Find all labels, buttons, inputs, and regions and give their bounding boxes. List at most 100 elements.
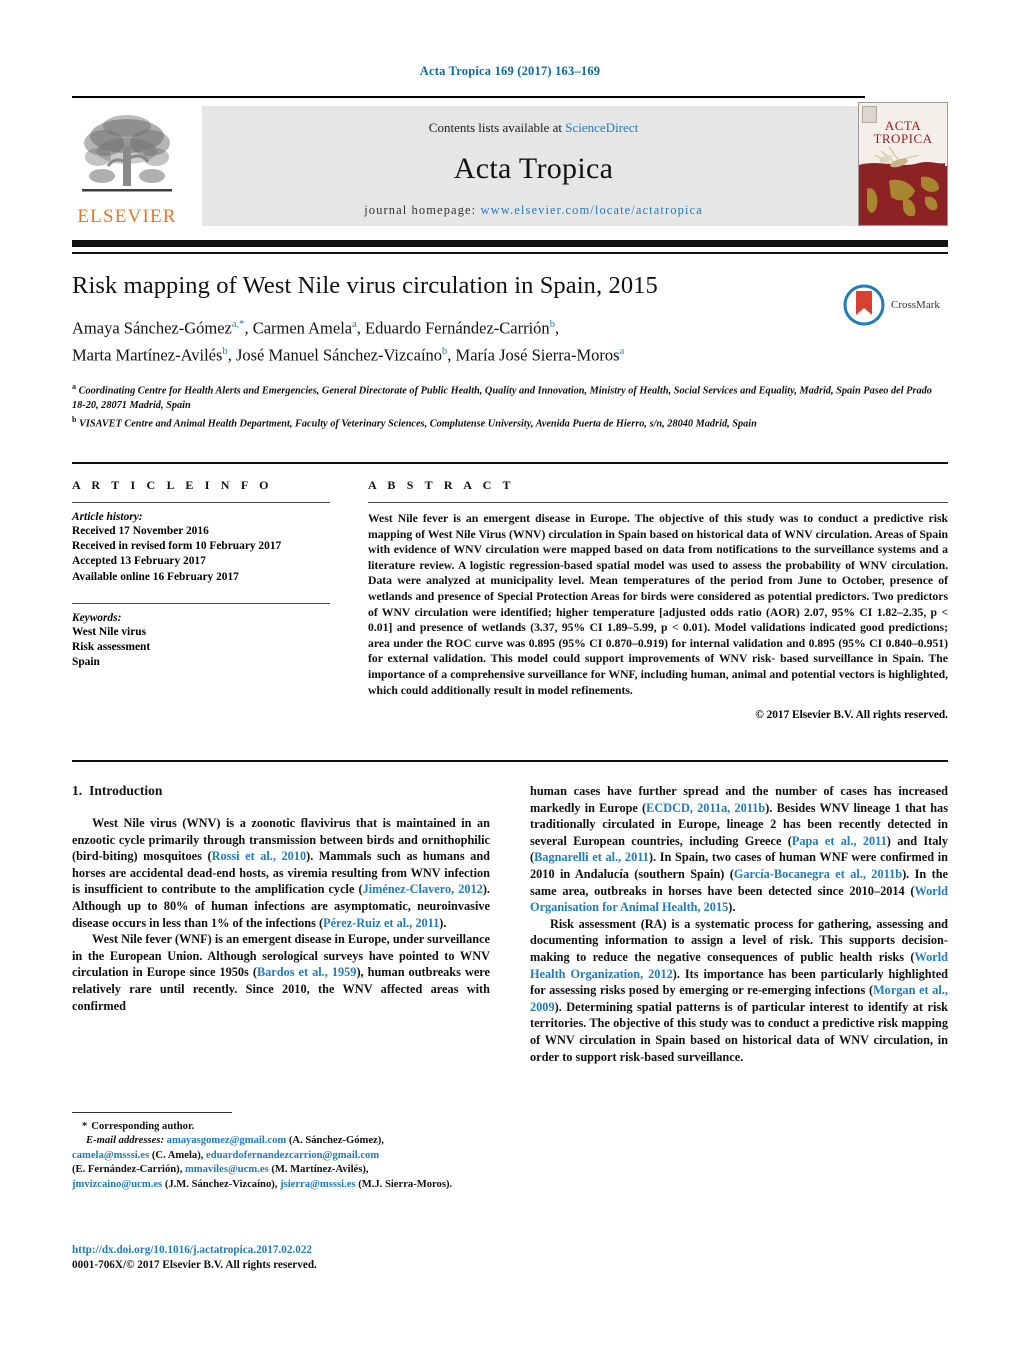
crossmark-icon: [843, 284, 885, 326]
author-name: José Manuel Sánchez-Vizcaíno: [235, 345, 443, 364]
author-affil-marker: a: [619, 345, 625, 357]
keywords-rule: [72, 602, 330, 604]
article-info-heading: A R T I C L E I N F O: [72, 478, 273, 492]
journal-title: Acta Tropica: [453, 152, 614, 185]
article-page: Acta Tropica 169 (2017) 163–169 ELSEVIER…: [0, 0, 1020, 1351]
author-affil-marker: a,*: [231, 319, 245, 330]
masthead-top-rule: [72, 96, 865, 98]
affiliations: a Coordinating Centre for Health Alerts …: [72, 380, 948, 432]
email-link[interactable]: camela@msssi.es: [72, 1150, 149, 1161]
body-text: ).: [728, 900, 736, 915]
cover-badge-icon: [862, 106, 877, 123]
body-divider: [72, 760, 948, 762]
email-link[interactable]: jmvizcaino@ucm.es: [72, 1179, 162, 1190]
section-number: 1.: [72, 783, 83, 798]
contents-prefix: Contents lists available at: [428, 120, 566, 135]
email-link[interactable]: eduardofernandezcarrion@gmail.com: [206, 1150, 379, 1161]
intro-paragraph-2: West Nile fever (WNF) is an emergent dis…: [72, 931, 490, 1014]
email-link[interactable]: mmaviles@ucm.es: [185, 1164, 269, 1175]
elsevier-wordmark: ELSEVIER: [77, 206, 177, 227]
journal-homepage-line: journal homepage: www.elsevier.com/locat…: [202, 203, 865, 218]
elsevier-tree-icon: [82, 115, 172, 192]
history-revised: Received in revised form 10 February 201…: [72, 540, 282, 553]
history-accepted: Accepted 13 February 2017: [72, 555, 206, 568]
asterisk-icon: *: [82, 1121, 88, 1132]
abstract-copyright: © 2017 Elsevier B.V. All rights reserved…: [755, 709, 948, 722]
running-head: Acta Tropica 169 (2017) 163–169: [419, 64, 601, 78]
author-affil-marker: b: [442, 345, 448, 357]
journal-cover-thumbnail: ACTA TROPICA: [858, 102, 948, 226]
intro-paragraph-4: Risk assessment (RA) is a systematic pro…: [530, 916, 948, 1065]
elsevier-logo: ELSEVIER: [72, 104, 182, 226]
affiliation-item: b VISAVET Centre and Animal Health Depar…: [72, 413, 948, 432]
keyword-item: West Nile virus: [72, 625, 147, 638]
citation-link[interactable]: ECDCD, 2011a, 2011b: [646, 801, 765, 815]
email-addresses-block: E-mail addresses: amayasgomez@gmail.com …: [72, 1135, 453, 1190]
email-person: (A. Sánchez-Gómez): [288, 1135, 382, 1147]
homepage-label: journal homepage:: [364, 203, 481, 217]
journal-masthead: ELSEVIER Contents lists available at Sci…: [72, 96, 948, 230]
keywords-label: Keywords:: [72, 611, 122, 624]
citation-link[interactable]: Rossi et al., 2010: [212, 849, 307, 863]
article-info-rule: [72, 502, 330, 503]
author-name: Marta Martínez-Avilés: [72, 345, 223, 364]
masthead-banner: Contents lists available at ScienceDirec…: [202, 106, 865, 226]
author-name: María José Sierra-Moros: [455, 345, 620, 364]
section-heading-introduction: 1. Introduction: [72, 783, 490, 799]
header-divider-thin: [72, 252, 948, 254]
email-person: (C. Amela): [151, 1149, 201, 1161]
email-link[interactable]: amayasgomez@gmail.com: [167, 1135, 287, 1146]
intro-paragraph-3: human cases have further spread and the …: [530, 783, 948, 916]
affiliation-marker: b: [72, 415, 77, 425]
title-block: Risk mapping of West Nile virus circulat…: [72, 272, 948, 366]
citation-link[interactable]: García-Bocanegra et al., 2011b: [734, 867, 902, 881]
issn-copyright: 0001-706X/© 2017 Elsevier B.V. All right…: [72, 1259, 317, 1271]
email-person: (J.M. Sánchez-Vizcaíno): [164, 1178, 275, 1190]
cover-art: ACTA TROPICA: [859, 103, 947, 225]
author-affil-marker: a: [352, 319, 357, 330]
abstract-text: West Nile fever is an emergent disease i…: [368, 512, 948, 697]
cover-title-line-2: TROPICA: [873, 131, 933, 146]
body-text: ).: [439, 915, 447, 930]
body-text: ). Determining spatial patterns is of pa…: [530, 999, 948, 1064]
crossmark-badge[interactable]: CrossMark: [843, 282, 948, 328]
email-person: (M.J. Sierra-Moros): [358, 1178, 450, 1190]
footnote-rule: [72, 1112, 232, 1113]
article-history-label: Article history:: [72, 511, 143, 523]
author-name: Amaya Sánchez-Gómez: [72, 318, 232, 338]
affiliation-marker: a: [72, 382, 76, 391]
citation-link[interactable]: Bagnarelli et al., 2011: [534, 850, 649, 864]
author-affil-marker: b: [549, 319, 555, 330]
doi-link[interactable]: http://dx.doi.org/10.1016/j.actatropica.…: [72, 1243, 502, 1258]
email-person: (M. Martínez-Avilés): [271, 1164, 366, 1176]
body-column-right: human cases have further spread and the …: [530, 783, 948, 1065]
body-column-left: 1. Introduction West Nile virus (WNV) is …: [72, 783, 490, 1014]
footnote-block: * Corresponding author. E-mail addresses:…: [72, 1112, 490, 1192]
abstract-column: A B S T R A C T West Nile fever is an em…: [368, 478, 948, 721]
citation-link[interactable]: Pérez-Ruiz et al., 2011: [323, 916, 439, 930]
history-online: Available online 16 February 2017: [72, 570, 239, 583]
abstract-divider-top: [72, 462, 948, 464]
contents-available-line: Contents lists available at ScienceDirec…: [202, 120, 865, 136]
email-person: (E. Fernández-Carrión): [72, 1164, 180, 1176]
affiliation-text: Coordinating Centre for Health Alerts an…: [72, 385, 932, 411]
email-addresses-label: E-mail addresses:: [86, 1135, 164, 1147]
section-title: Introduction: [89, 783, 163, 798]
email-link[interactable]: jsierra@msssi.es: [280, 1179, 355, 1190]
keyword-item: Spain: [72, 656, 100, 669]
citation-link[interactable]: Bardos et al., 1959: [257, 965, 356, 979]
affiliation-item: a Coordinating Centre for Health Alerts …: [72, 380, 948, 413]
intro-paragraph-1: West Nile virus (WNV) is a zoonotic flav…: [72, 815, 490, 931]
affiliation-text: VISAVET Centre and Animal Health Departm…: [79, 418, 757, 430]
citation-link[interactable]: Papa et al., 2011: [792, 834, 887, 848]
body-text: Risk assessment (RA) is a systematic pro…: [530, 916, 948, 964]
homepage-url-link[interactable]: www.elsevier.com/locate/actatropica: [480, 203, 702, 217]
citation-link[interactable]: Jiménez-Clavero, 2012: [363, 882, 483, 896]
keywords-block: Keywords: West Nile virus Risk assessmen…: [72, 612, 330, 671]
doi-block: http://dx.doi.org/10.1016/j.actatropica.…: [72, 1243, 502, 1273]
author-list: Amaya Sánchez-Gómeza,*, Carmen Amelaa, E…: [72, 318, 625, 365]
sciencedirect-link[interactable]: ScienceDirect: [565, 120, 638, 135]
keyword-item: Risk assessment: [72, 641, 151, 654]
author-name: Carmen Amela: [252, 318, 353, 338]
author-affil-marker: b: [222, 345, 228, 357]
